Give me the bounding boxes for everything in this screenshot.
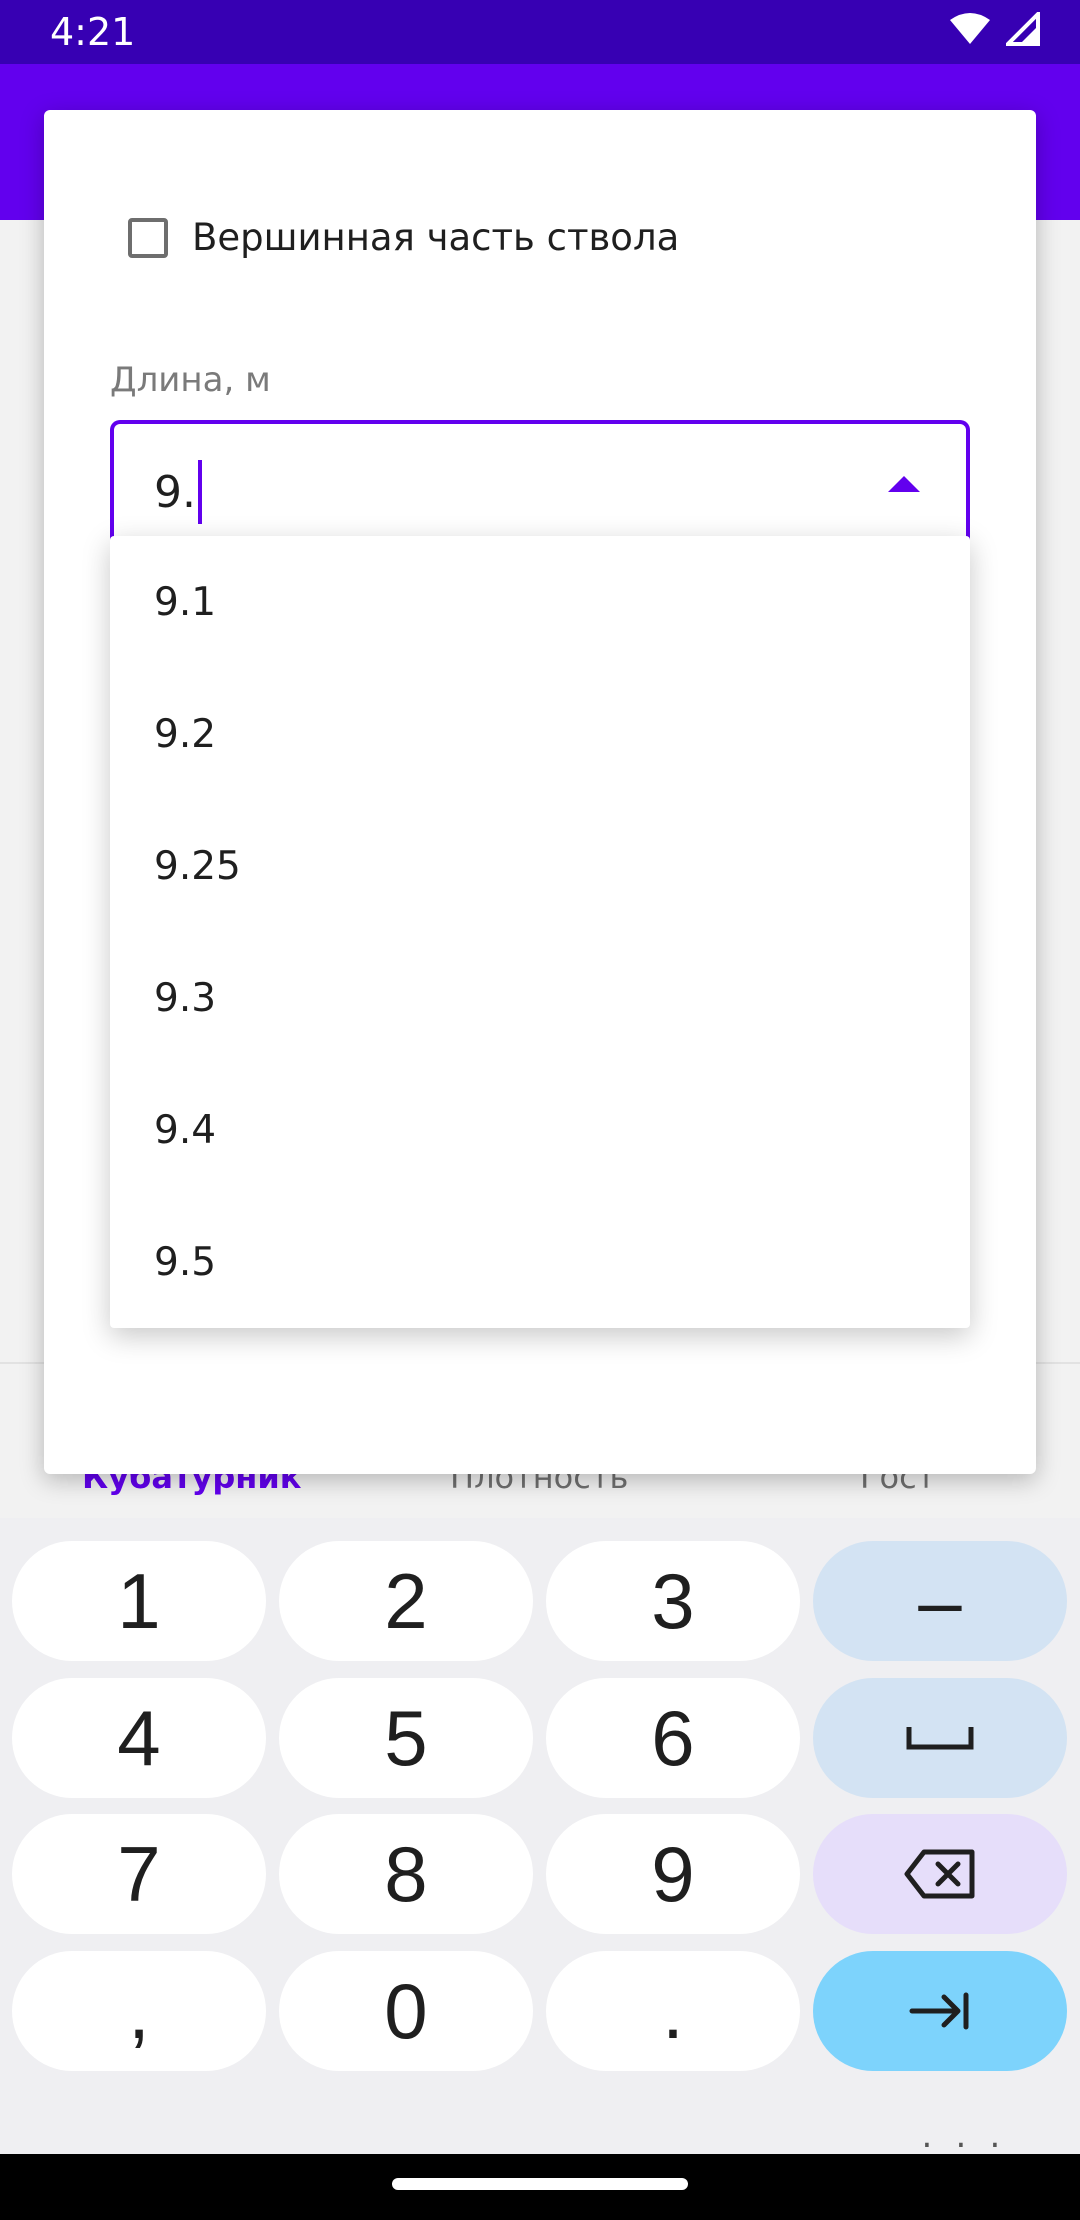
dropdown-option[interactable]: 9.1 (110, 536, 970, 668)
key-comma[interactable]: , (12, 1951, 266, 2071)
key-1[interactable]: 1 (12, 1541, 266, 1661)
key-8[interactable]: 8 (279, 1814, 533, 1934)
backspace-icon (904, 1849, 975, 1899)
length-input[interactable]: 9. (110, 420, 970, 540)
text-cursor (197, 460, 202, 524)
status-icons (948, 12, 1040, 46)
wifi-icon (950, 13, 990, 44)
dropdown-arrow-icon[interactable] (888, 476, 920, 492)
key-minus[interactable]: – (813, 1541, 1067, 1661)
home-gesture-handle[interactable] (392, 2178, 688, 2190)
checkbox-row[interactable]: Вершинная часть ствола (128, 216, 679, 259)
key-space[interactable] (813, 1678, 1067, 1798)
checkbox-label: Вершинная часть ствола (192, 216, 680, 259)
top-part-checkbox[interactable] (128, 217, 168, 258)
dropdown-option[interactable]: 9.3 (110, 932, 970, 1064)
length-input-value: 9. (154, 460, 202, 524)
key-9[interactable]: 9 (546, 1814, 800, 1934)
key-backspace[interactable] (813, 1814, 1067, 1934)
space-icon (906, 1727, 974, 1750)
key-0[interactable]: 0 (279, 1951, 533, 2071)
key-next[interactable] (813, 1951, 1067, 2071)
key-4[interactable]: 4 (12, 1678, 266, 1798)
length-dropdown-list: 9.1 9.2 9.25 9.3 9.4 9.5 (110, 536, 970, 1328)
key-period[interactable]: . (546, 1951, 800, 2071)
dropdown-option[interactable]: 9.5 (110, 1196, 970, 1328)
key-5[interactable]: 5 (279, 1678, 533, 1798)
key-6[interactable]: 6 (546, 1678, 800, 1798)
length-field-label: Длина, м (110, 360, 271, 400)
length-value-text: 9. (154, 466, 196, 518)
key-7[interactable]: 7 (12, 1814, 266, 1934)
key-2[interactable]: 2 (279, 1541, 533, 1661)
key-3[interactable]: 3 (546, 1541, 800, 1661)
status-time: 4:21 (50, 10, 136, 54)
dropdown-option[interactable]: 9.2 (110, 668, 970, 800)
dropdown-option[interactable]: 9.4 (110, 1064, 970, 1196)
tab-next-icon (909, 1992, 969, 2030)
status-bar: 4:21 (0, 0, 1080, 64)
dropdown-option[interactable]: 9.25 (110, 800, 970, 932)
signal-icon (1006, 12, 1040, 46)
